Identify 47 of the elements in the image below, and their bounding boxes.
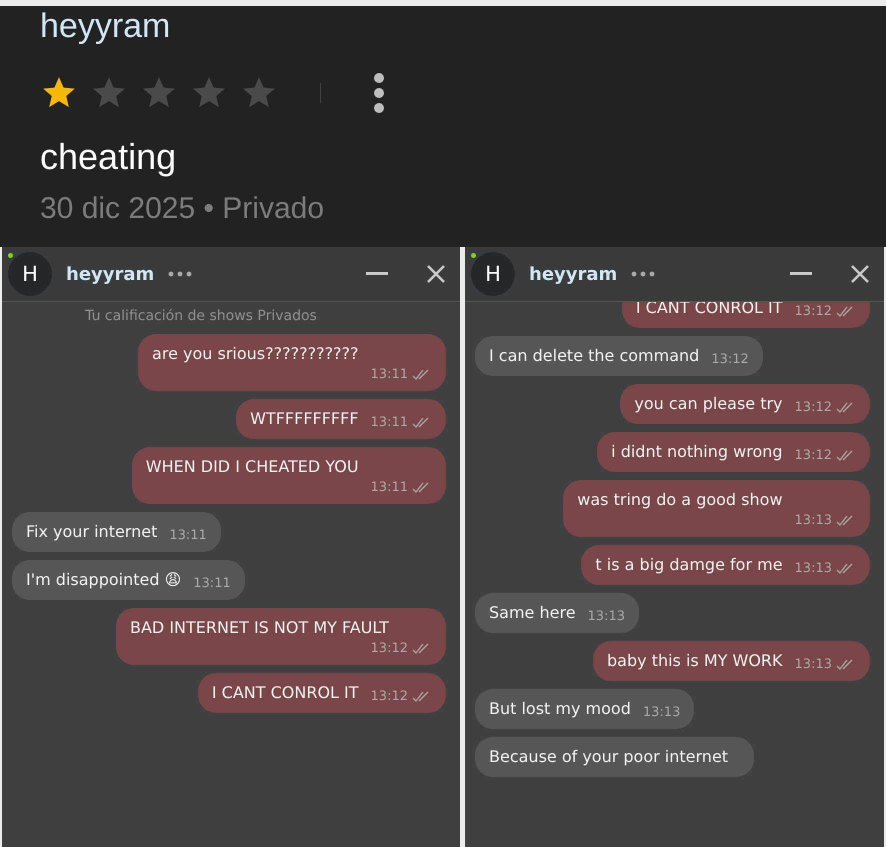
message-text: you can please try bbox=[634, 393, 783, 415]
message-text: baby this is MY WORK bbox=[607, 650, 783, 672]
avatar: H bbox=[8, 252, 52, 296]
message-text: are you srious??????????? bbox=[152, 343, 360, 365]
avatar: H bbox=[471, 252, 515, 296]
message-text: But lost my mood bbox=[489, 698, 631, 720]
message-time: 13:11 bbox=[370, 480, 408, 495]
message-text: Fix your internet bbox=[26, 521, 158, 543]
message-text: Because of your poor internet bbox=[489, 746, 728, 768]
message-time: 13:13 bbox=[794, 657, 832, 672]
minimize-icon[interactable] bbox=[790, 272, 812, 276]
notice-text: Tu calificación de shows Privados bbox=[84, 308, 318, 324]
message-time: 13:12 bbox=[370, 641, 408, 656]
message-text: WHEN DID I CHEATED YOU bbox=[146, 456, 360, 478]
message-text: i didnt nothing wrong bbox=[611, 441, 783, 463]
message-text: I CANT CONROL IT bbox=[212, 682, 359, 704]
message-time: 13:11 bbox=[193, 576, 231, 591]
message-text: WTFFFFFFFFF bbox=[250, 408, 359, 430]
message-time: 13:11 bbox=[370, 367, 408, 382]
review-date: 30 dic 2025 • Privado bbox=[40, 192, 326, 226]
author-name: heyyram bbox=[40, 6, 172, 46]
contact-name: heyyram bbox=[66, 264, 154, 284]
message-text: I'm disappointed 😩 bbox=[26, 569, 182, 591]
message-time: 13:12 bbox=[370, 689, 408, 704]
message-time: 13:13 bbox=[794, 561, 832, 576]
message-text: t is a big damge for me bbox=[595, 554, 783, 576]
message-time: 13:12 bbox=[794, 448, 832, 463]
message-time: 13:11 bbox=[370, 415, 408, 430]
more-icon[interactable] bbox=[631, 271, 656, 277]
message-text: BAD INTERNET IS NOT MY FAULT bbox=[130, 617, 390, 639]
message-text: was tring do a good show bbox=[577, 489, 784, 511]
message-time: 13:12 bbox=[794, 400, 832, 415]
more-icon[interactable] bbox=[373, 72, 385, 114]
message-time: 13:13 bbox=[588, 609, 625, 624]
message-text: I can delete the command bbox=[489, 345, 700, 367]
more-icon[interactable] bbox=[168, 271, 192, 277]
message-time: 13:12 bbox=[794, 304, 832, 319]
message-time: 13:13 bbox=[642, 705, 680, 720]
close-icon[interactable] bbox=[426, 264, 446, 284]
minimize-icon[interactable] bbox=[366, 272, 388, 276]
contact-name: heyyram bbox=[529, 264, 618, 284]
message-time: 13:12 bbox=[711, 352, 749, 367]
close-icon[interactable] bbox=[850, 264, 870, 284]
review-comment: cheating bbox=[40, 136, 178, 178]
message-time: 13:13 bbox=[794, 513, 832, 528]
message-time: 13:11 bbox=[169, 528, 207, 543]
message-text: Same here bbox=[489, 602, 576, 624]
